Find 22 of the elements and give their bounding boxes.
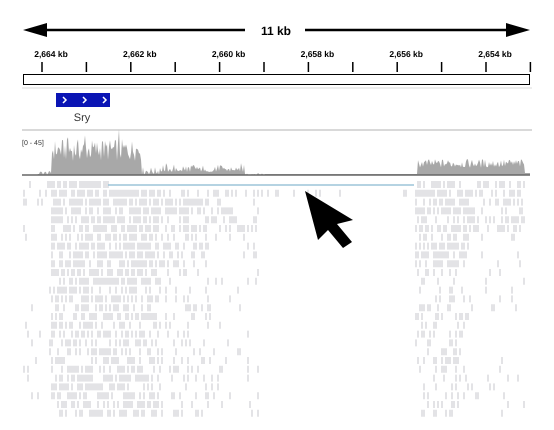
tick-mark — [440, 62, 442, 72]
tick-mark — [530, 62, 532, 72]
tick-mark — [174, 62, 176, 72]
tick-label: 2,658 kb — [300, 49, 334, 59]
tick-mark — [485, 62, 487, 72]
gene-feature — [56, 93, 110, 107]
scale-label: 11 kb — [260, 24, 292, 38]
tick-mark — [263, 62, 265, 72]
gene-label: Sry — [74, 112, 90, 124]
tick-mark — [308, 62, 310, 72]
tick-label: 2,662 kb — [123, 49, 157, 59]
tick-label: 2,664 kb — [34, 49, 68, 59]
tick-label: 2,654 kb — [478, 49, 512, 59]
tick-mark — [41, 62, 43, 72]
tick-mark — [86, 62, 88, 72]
tick-mark — [218, 62, 220, 72]
tick-label: 2,656 kb — [389, 49, 423, 59]
mouse-pointer-icon — [305, 191, 353, 248]
tick-mark — [396, 62, 398, 72]
tick-mark — [352, 62, 354, 72]
tick-label: 2,660 kb — [212, 49, 246, 59]
tick-mark — [130, 62, 132, 72]
